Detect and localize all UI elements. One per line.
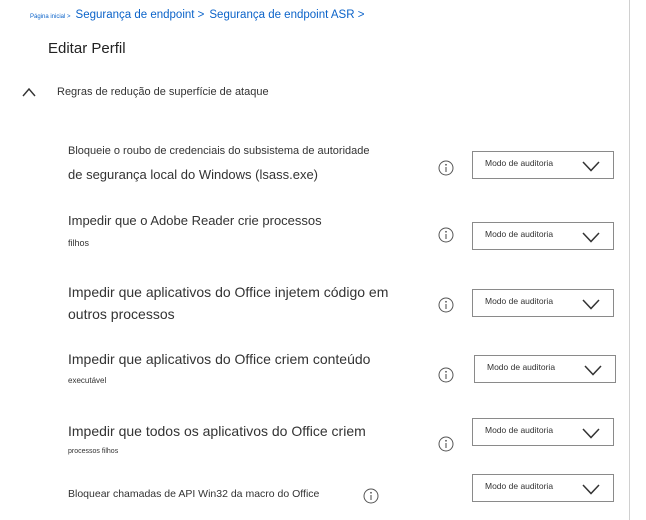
breadcrumb-endpoint-security-asr-link[interactable]: Segurança de endpoint ASR > [209,9,364,21]
rule-label-line2: processos filhos [68,448,119,455]
info-icon[interactable] [438,160,454,176]
breadcrumb-home-link[interactable]: Página inicial > [30,14,71,20]
panel-divider [629,0,630,520]
rule-mode-dropdown[interactable]: Modo de auditoria [472,418,614,446]
dropdown-value: Modo de auditoria [485,425,554,435]
rule-mode-dropdown[interactable]: Modo de auditoria [472,222,614,250]
breadcrumb: Página inicial > Segurança de endpoint >… [30,9,364,21]
page-title: Editar Perfil [48,40,126,57]
chevron-down-icon [582,428,600,439]
chevron-down-icon [582,484,600,495]
rule-label-line1: Bloquear chamadas de API Win32 da macro … [68,488,320,500]
rule-mode-dropdown[interactable]: Modo de auditoria [472,151,614,179]
info-icon[interactable] [438,227,454,243]
dropdown-value: Modo de auditoria [487,362,556,372]
dropdown-value: Modo de auditoria [485,481,554,491]
rule-mode-dropdown[interactable]: Modo de auditoria [474,355,616,383]
breadcrumb-endpoint-security-link[interactable]: Segurança de endpoint > [76,9,205,21]
rule-label-line2: filhos [68,238,90,248]
chevron-down-icon [582,161,600,172]
dropdown-value: Modo de auditoria [485,296,554,306]
chevron-up-icon[interactable] [22,87,36,97]
info-icon[interactable] [438,436,454,452]
chevron-down-icon [582,232,600,243]
edit-profile-page: Página inicial > Segurança de endpoint >… [0,0,646,520]
chevron-down-icon [582,299,600,310]
info-icon[interactable] [438,367,454,383]
rule-label-line1: Impedir que aplicativos do Office injete… [68,284,389,300]
rule-label-line1: Impedir que o Adobe Reader crie processo… [68,213,322,228]
rule-label-line2: executável [68,376,107,385]
dropdown-value: Modo de auditoria [485,158,554,168]
section-label: Regras de redução de superfície de ataqu… [57,86,269,98]
info-icon[interactable] [363,488,379,504]
rule-label-line1: Impedir que aplicativos do Office criem … [68,351,371,367]
rule-label-line1: Impedir que todos os aplicativos do Offi… [68,423,366,439]
dropdown-value: Modo de auditoria [485,229,554,239]
chevron-down-icon [584,365,602,376]
rule-label-line2: de segurança local do Windows (lsass.exe… [68,167,319,182]
rule-mode-dropdown[interactable]: Modo de auditoria [472,289,614,317]
section-toggle-asr-rules[interactable]: Regras de redução de superfície de ataqu… [22,86,269,98]
info-icon[interactable] [438,297,454,313]
rule-label-line1: Bloqueie o roubo de credenciais do subsi… [68,145,370,157]
rule-label-line2: outros processos [68,306,175,322]
rule-mode-dropdown[interactable]: Modo de auditoria [472,474,614,502]
